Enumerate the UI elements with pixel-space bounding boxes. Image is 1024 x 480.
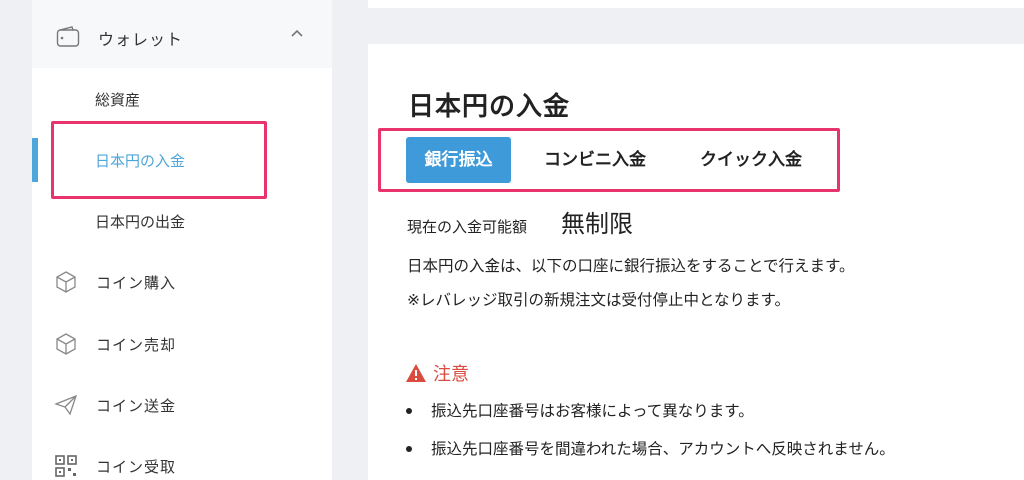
sidebar-item-label: コイン売却 <box>96 336 177 354</box>
highlight-box <box>51 121 267 199</box>
warning-title: 注意 <box>433 364 469 385</box>
cube-icon <box>56 333 76 355</box>
sidebar-item-sell-coin[interactable]: コイン売却 <box>32 324 332 364</box>
bullet-dot <box>406 408 412 414</box>
sidebar: ウォレット 総資産 日本円の入金 日本円の出金 コイン購入 コイン売却 コイン送… <box>32 0 332 480</box>
sidebar-item-buy-coin[interactable]: コイン購入 <box>32 262 332 302</box>
deposit-limit-label: 現在の入金可能額 <box>407 218 528 236</box>
sidebar-item-receive-coin[interactable]: コイン受取 <box>32 446 332 480</box>
page-title: 日本円の入金 <box>408 92 571 122</box>
paper-plane-icon <box>54 394 78 416</box>
sidebar-item-label: ウォレット <box>98 30 184 49</box>
chevron-up-icon[interactable] <box>290 26 304 40</box>
cube-icon <box>56 271 76 293</box>
active-indicator <box>32 138 38 182</box>
warning-icon <box>406 364 426 382</box>
warning-bullet: 振込先口座番号を間違われた場合、アカウントへ反映されません。 <box>431 440 895 458</box>
sidebar-item-wallet[interactable]: ウォレット <box>32 0 332 68</box>
deposit-description: 日本円の入金は、以下の口座に銀行振込をすることで行えます。 <box>407 257 855 275</box>
sidebar-item-label: コイン送金 <box>96 397 177 415</box>
wallet-icon <box>56 26 80 47</box>
sidebar-item-label: コイン購入 <box>96 274 177 292</box>
bullet-dot <box>406 446 412 452</box>
top-panel <box>368 0 1024 8</box>
leverage-notice: ※レバレッジ取引の新規注文は受付停止中となります。 <box>407 291 790 309</box>
qr-code-icon <box>55 455 77 477</box>
deposit-limit-value: 無制限 <box>561 210 633 238</box>
sidebar-item-send-coin[interactable]: コイン送金 <box>32 385 332 425</box>
warning-bullet: 振込先口座番号はお客様によって異なります。 <box>431 402 754 420</box>
highlight-box <box>378 128 840 192</box>
sidebar-item-total-assets[interactable]: 総資産 <box>95 89 140 110</box>
sidebar-item-label: コイン受取 <box>96 458 177 476</box>
sidebar-item-jpy-withdraw[interactable]: 日本円の出金 <box>95 211 185 232</box>
